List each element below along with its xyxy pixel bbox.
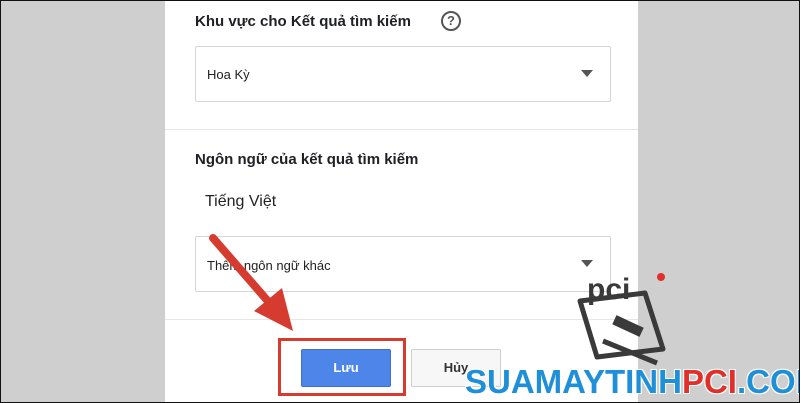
red-arrow-annotation: [209, 234, 293, 331]
site-watermark: SUAMAYTINHPCI.COM: [465, 363, 799, 401]
watermark-part-3: .COM: [736, 363, 799, 400]
watermark-part-1: SUAMAYTINH: [465, 363, 682, 400]
logo-letters: pci: [587, 273, 630, 306]
screenshot-frame: Khu vực cho Kết quả tìm kiếm ? Hoa Kỳ Ng…: [0, 0, 800, 403]
watermark-part-2: PCI: [681, 363, 737, 400]
pci-logo-icon: pci: [577, 273, 666, 366]
